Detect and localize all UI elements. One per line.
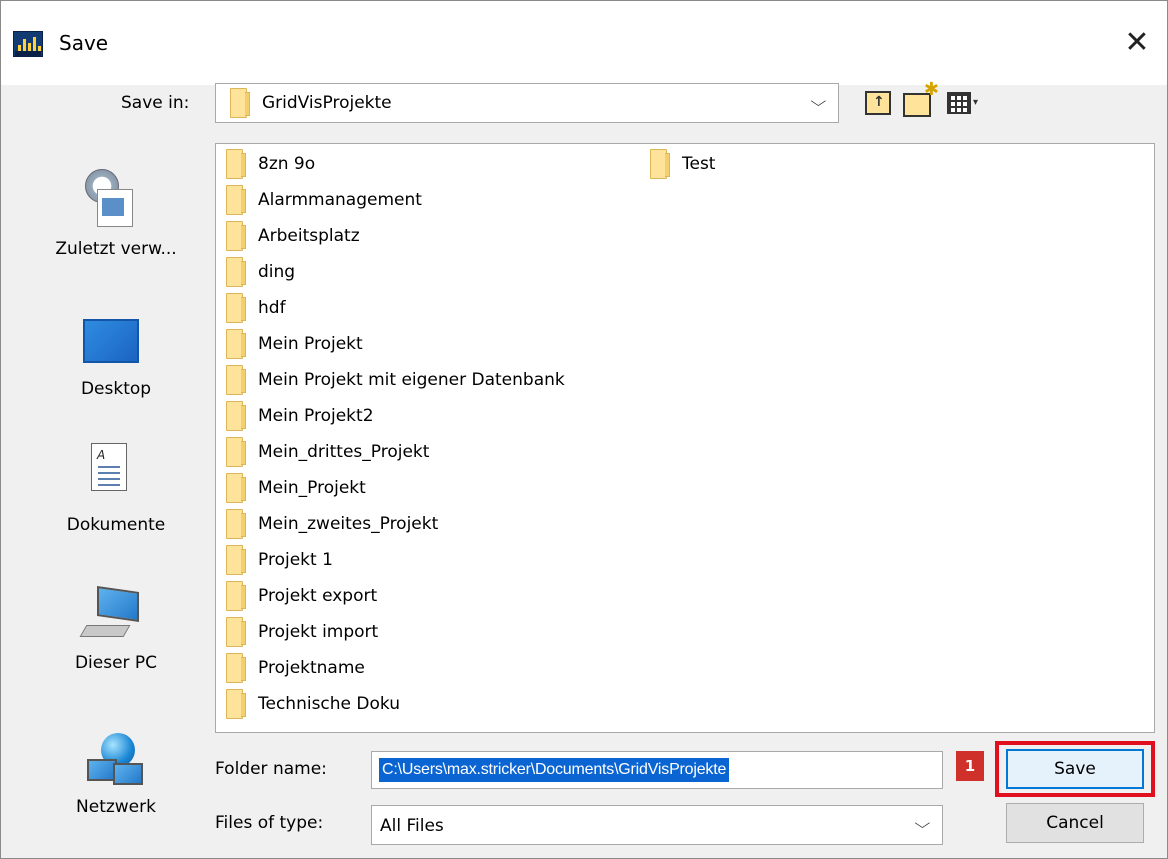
files-of-type-value: All Files — [380, 816, 444, 836]
chevron-down-icon: ⌵ — [810, 94, 827, 110]
folder-icon — [226, 437, 246, 467]
folder-name-label: Folder name: — [215, 759, 327, 779]
cancel-button[interactable]: Cancel — [1006, 803, 1144, 843]
sidebar-item-label: Zuletzt verw... — [55, 239, 177, 259]
chevron-down-icon: ⌵ — [914, 816, 931, 832]
sidebar-item-network[interactable]: Netzwerk — [31, 733, 201, 829]
folder-icon — [650, 149, 670, 179]
folder-icon — [226, 545, 246, 575]
sidebar-item-this-pc[interactable]: Dieser PC — [31, 586, 201, 683]
folder-icon — [226, 689, 246, 719]
files-of-type-combobox[interactable]: All Files ⌵ — [371, 805, 943, 845]
sidebar-item-documents[interactable]: A Dokumente — [31, 443, 201, 543]
save-in-combobox[interactable]: GridVisProjekte ⌵ — [215, 83, 839, 123]
folder-icon — [226, 149, 246, 179]
save-button[interactable]: Save — [1006, 749, 1144, 789]
new-folder-icon[interactable]: ✱ — [903, 81, 939, 117]
sidebar-item-label: Dieser PC — [74, 653, 158, 673]
this-pc-icon — [79, 586, 143, 645]
sidebar-item-desktop[interactable]: Desktop — [31, 319, 201, 409]
folder-icon — [226, 293, 246, 323]
step-badge: 1 — [956, 751, 984, 781]
network-icon — [83, 733, 143, 791]
sidebar-item-label: Netzwerk — [76, 797, 156, 817]
folder-icon — [226, 329, 246, 359]
folder-icon — [226, 401, 246, 431]
view-menu-icon[interactable]: ▾ — [947, 92, 981, 116]
up-one-level-icon[interactable]: ↑ — [865, 91, 891, 115]
folder-icon — [226, 509, 246, 539]
save-in-label: Save in: — [121, 93, 190, 113]
folder-name-value: C:\Users\max.stricker\Documents\GridVisP… — [379, 758, 730, 782]
desktop-icon — [83, 319, 139, 363]
places-sidebar: Zuletzt verw... Desktop A Dokumente Dies… — [31, 143, 201, 847]
folder-icon — [226, 185, 246, 215]
save-in-value: GridVisProjekte — [262, 93, 392, 113]
recent-places-icon — [83, 169, 137, 229]
folder-icon — [226, 365, 246, 395]
sidebar-item-recent[interactable]: Zuletzt verw... — [31, 169, 201, 279]
folder-icon — [226, 221, 246, 251]
close-icon[interactable]: ✕ — [1117, 23, 1157, 63]
save-dialog: Save ✕ Save in: GridVisProjekte ⌵ ↑ ✱ ▾ … — [0, 0, 1168, 859]
title-bar: Save ✕ — [1, 1, 1167, 85]
sidebar-item-label: Desktop — [80, 379, 152, 399]
sidebar-item-label: Dokumente — [66, 515, 166, 535]
folder-icon — [226, 473, 246, 503]
documents-icon: A — [91, 443, 127, 491]
folder-name-input[interactable]: C:\Users\max.stricker\Documents\GridVisP… — [371, 751, 943, 789]
window-title: Save — [59, 31, 109, 55]
folder-icon — [226, 581, 246, 611]
folder-icon — [226, 617, 246, 647]
folder-icon — [230, 88, 250, 118]
files-of-type-label: Files of type: — [215, 813, 324, 833]
folder-icon — [226, 257, 246, 287]
file-list[interactable]: 8zn 9o Alarmmanagement Arbeitsplatz ding… — [215, 143, 1155, 733]
folder-icon — [226, 653, 246, 683]
gridvis-app-icon — [13, 31, 43, 57]
